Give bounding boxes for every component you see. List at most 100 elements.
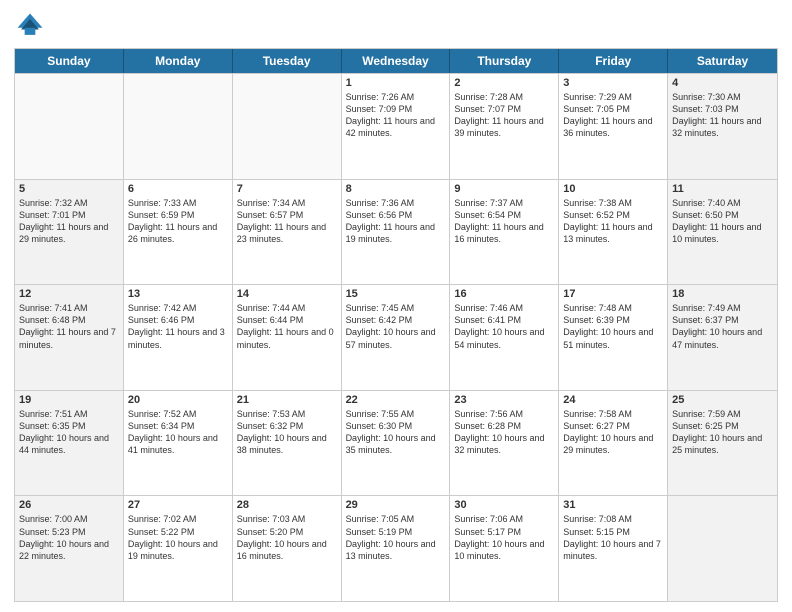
day-info: Sunrise: 7:44 AM Sunset: 6:44 PM Dayligh…: [237, 302, 337, 351]
day-info: Sunrise: 7:42 AM Sunset: 6:46 PM Dayligh…: [128, 302, 228, 351]
cal-cell-r4-c3: 21Sunrise: 7:53 AM Sunset: 6:32 PM Dayli…: [233, 391, 342, 496]
day-info: Sunrise: 7:58 AM Sunset: 6:27 PM Dayligh…: [563, 408, 663, 457]
day-number: 6: [128, 183, 228, 195]
cal-cell-r4-c5: 23 Sunrise: 7:56 AM Sunset: 6:28 PM Dayli…: [450, 391, 559, 496]
day-number: 5: [19, 183, 119, 195]
cal-cell-r2-c1: 5 Sunrise: 7:32 AM Sunset: 7:01 PM Daylig…: [15, 180, 124, 285]
day-info: Sunrise: 7:06 AM Sunset: 5:17 PM Dayligh…: [454, 513, 554, 562]
logo-icon: [14, 10, 46, 42]
cal-cell-r5-c3: 28 Sunrise: 7:03 AM Sunset: 5:20 PM Dayli…: [233, 496, 342, 601]
day-number: 1: [346, 77, 446, 89]
day-info: Sunrise: 7:53 AM Sunset: 6:32 PM Dayligh…: [237, 408, 337, 457]
day-info: Sunrise: 7:49 AM Sunset: 6:37 PM Dayligh…: [672, 302, 773, 351]
cal-cell-r3-c1: 12Sunrise: 7:41 AM Sunset: 6:48 PM Dayli…: [15, 285, 124, 390]
day-number: 18: [672, 288, 773, 300]
cal-cell-r1-c3: [233, 74, 342, 179]
day-info: Sunrise: 7:36 AM Sunset: 6:56 PM Dayligh…: [346, 197, 446, 246]
cal-cell-r5-c6: 31 Sunrise: 7:08 AM Sunset: 5:15 PM Dayli…: [559, 496, 668, 601]
cal-cell-r1-c1: [15, 74, 124, 179]
day-info: Sunrise: 7:45 AM Sunset: 6:42 PM Dayligh…: [346, 302, 446, 351]
day-number: 9: [454, 183, 554, 195]
cal-cell-r5-c7: [668, 496, 777, 601]
day-number: 30: [454, 499, 554, 511]
cal-cell-r4-c4: 22 Sunrise: 7:55 AM Sunset: 6:30 PM Dayli…: [342, 391, 451, 496]
day-number: 8: [346, 183, 446, 195]
header: [14, 10, 778, 42]
day-number: 3: [563, 77, 663, 89]
day-info: Sunrise: 7:05 AM Sunset: 5:19 PM Dayligh…: [346, 513, 446, 562]
cal-cell-r2-c6: 10 Sunrise: 7:38 AM Sunset: 6:52 PM Dayli…: [559, 180, 668, 285]
day-number: 14: [237, 288, 337, 300]
cal-cell-r3-c2: 13 Sunrise: 7:42 AM Sunset: 6:46 PM Dayli…: [124, 285, 233, 390]
cal-cell-r3-c3: 14 Sunrise: 7:44 AM Sunset: 6:44 PM Dayli…: [233, 285, 342, 390]
cal-cell-r4-c6: 24 Sunrise: 7:58 AM Sunset: 6:27 PM Dayli…: [559, 391, 668, 496]
day-info: Sunrise: 7:03 AM Sunset: 5:20 PM Dayligh…: [237, 513, 337, 562]
cal-cell-r2-c5: 9 Sunrise: 7:37 AM Sunset: 6:54 PM Daylig…: [450, 180, 559, 285]
day-number: 10: [563, 183, 663, 195]
cal-cell-r3-c7: 18 Sunrise: 7:49 AM Sunset: 6:37 PM Dayli…: [668, 285, 777, 390]
cal-header-sunday: Sunday: [15, 49, 124, 73]
day-number: 20: [128, 394, 228, 406]
cal-cell-r3-c4: 15 Sunrise: 7:45 AM Sunset: 6:42 PM Dayli…: [342, 285, 451, 390]
day-number: 4: [672, 77, 773, 89]
cal-cell-r3-c5: 16Sunrise: 7:46 AM Sunset: 6:41 PM Dayli…: [450, 285, 559, 390]
day-info: Sunrise: 7:48 AM Sunset: 6:39 PM Dayligh…: [563, 302, 663, 351]
day-number: 15: [346, 288, 446, 300]
cal-cell-r5-c2: 27Sunrise: 7:02 AM Sunset: 5:22 PM Dayli…: [124, 496, 233, 601]
cal-cell-r4-c1: 19Sunrise: 7:51 AM Sunset: 6:35 PM Dayli…: [15, 391, 124, 496]
day-number: 28: [237, 499, 337, 511]
cal-cell-r3-c6: 17Sunrise: 7:48 AM Sunset: 6:39 PM Dayli…: [559, 285, 668, 390]
day-number: 31: [563, 499, 663, 511]
day-info: Sunrise: 7:41 AM Sunset: 6:48 PM Dayligh…: [19, 302, 119, 351]
cal-row-1: 1 Sunrise: 7:26 AM Sunset: 7:09 PM Daylig…: [15, 73, 777, 179]
day-number: 23: [454, 394, 554, 406]
calendar-header: SundayMondayTuesdayWednesdayThursdayFrid…: [15, 49, 777, 73]
calendar-body: 1 Sunrise: 7:26 AM Sunset: 7:09 PM Daylig…: [15, 73, 777, 601]
cal-cell-r2-c3: 7Sunrise: 7:34 AM Sunset: 6:57 PM Daylig…: [233, 180, 342, 285]
day-info: Sunrise: 7:29 AM Sunset: 7:05 PM Dayligh…: [563, 91, 663, 140]
day-number: 26: [19, 499, 119, 511]
cal-header-thursday: Thursday: [450, 49, 559, 73]
day-number: 16: [454, 288, 554, 300]
cal-cell-r1-c4: 1 Sunrise: 7:26 AM Sunset: 7:09 PM Daylig…: [342, 74, 451, 179]
day-info: Sunrise: 7:55 AM Sunset: 6:30 PM Dayligh…: [346, 408, 446, 457]
cal-header-tuesday: Tuesday: [233, 49, 342, 73]
day-number: 13: [128, 288, 228, 300]
calendar: SundayMondayTuesdayWednesdayThursdayFrid…: [14, 48, 778, 602]
day-number: 22: [346, 394, 446, 406]
cal-header-saturday: Saturday: [668, 49, 777, 73]
day-number: 25: [672, 394, 773, 406]
cal-cell-r4-c2: 20 Sunrise: 7:52 AM Sunset: 6:34 PM Dayli…: [124, 391, 233, 496]
day-number: 24: [563, 394, 663, 406]
cal-row-3: 12Sunrise: 7:41 AM Sunset: 6:48 PM Dayli…: [15, 284, 777, 390]
day-number: 2: [454, 77, 554, 89]
day-info: Sunrise: 7:26 AM Sunset: 7:09 PM Dayligh…: [346, 91, 446, 140]
day-info: Sunrise: 7:56 AM Sunset: 6:28 PM Dayligh…: [454, 408, 554, 457]
day-info: Sunrise: 7:32 AM Sunset: 7:01 PM Dayligh…: [19, 197, 119, 246]
cal-header-wednesday: Wednesday: [342, 49, 451, 73]
day-info: Sunrise: 7:00 AM Sunset: 5:23 PM Dayligh…: [19, 513, 119, 562]
cal-cell-r1-c2: [124, 74, 233, 179]
cal-row-5: 26 Sunrise: 7:00 AM Sunset: 5:23 PM Dayli…: [15, 495, 777, 601]
day-number: 27: [128, 499, 228, 511]
day-info: Sunrise: 7:30 AM Sunset: 7:03 PM Dayligh…: [672, 91, 773, 140]
cal-row-4: 19Sunrise: 7:51 AM Sunset: 6:35 PM Dayli…: [15, 390, 777, 496]
day-info: Sunrise: 7:38 AM Sunset: 6:52 PM Dayligh…: [563, 197, 663, 246]
day-number: 11: [672, 183, 773, 195]
cal-cell-r5-c4: 29Sunrise: 7:05 AM Sunset: 5:19 PM Dayli…: [342, 496, 451, 601]
day-info: Sunrise: 7:08 AM Sunset: 5:15 PM Dayligh…: [563, 513, 663, 562]
day-info: Sunrise: 7:40 AM Sunset: 6:50 PM Dayligh…: [672, 197, 773, 246]
day-info: Sunrise: 7:28 AM Sunset: 7:07 PM Dayligh…: [454, 91, 554, 140]
day-info: Sunrise: 7:33 AM Sunset: 6:59 PM Dayligh…: [128, 197, 228, 246]
page: SundayMondayTuesdayWednesdayThursdayFrid…: [0, 0, 792, 612]
cal-cell-r1-c6: 3 Sunrise: 7:29 AM Sunset: 7:05 PM Daylig…: [559, 74, 668, 179]
day-info: Sunrise: 7:37 AM Sunset: 6:54 PM Dayligh…: [454, 197, 554, 246]
day-info: Sunrise: 7:52 AM Sunset: 6:34 PM Dayligh…: [128, 408, 228, 457]
cal-header-friday: Friday: [559, 49, 668, 73]
cal-cell-r1-c7: 4 Sunrise: 7:30 AM Sunset: 7:03 PM Daylig…: [668, 74, 777, 179]
cal-cell-r2-c4: 8 Sunrise: 7:36 AM Sunset: 6:56 PM Daylig…: [342, 180, 451, 285]
cal-cell-r4-c7: 25Sunrise: 7:59 AM Sunset: 6:25 PM Dayli…: [668, 391, 777, 496]
day-info: Sunrise: 7:34 AM Sunset: 6:57 PM Dayligh…: [237, 197, 337, 246]
cal-cell-r5-c1: 26 Sunrise: 7:00 AM Sunset: 5:23 PM Dayli…: [15, 496, 124, 601]
cal-cell-r2-c2: 6 Sunrise: 7:33 AM Sunset: 6:59 PM Daylig…: [124, 180, 233, 285]
